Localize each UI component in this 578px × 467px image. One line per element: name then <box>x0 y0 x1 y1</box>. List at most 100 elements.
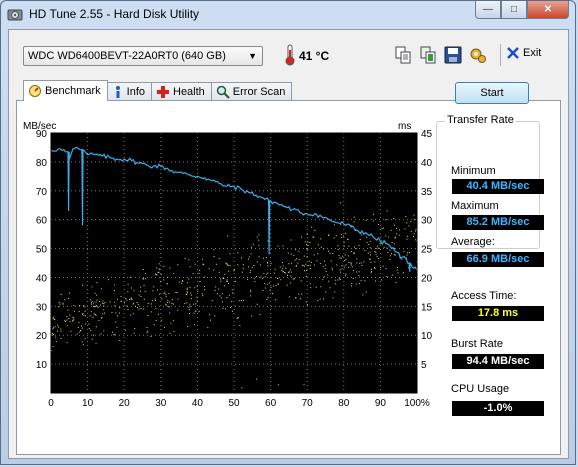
access-time-point <box>222 301 223 303</box>
right-tick-label: 45 <box>421 129 433 140</box>
access-time-point <box>155 308 157 310</box>
access-time-point <box>259 264 261 266</box>
access-time-point <box>60 330 62 332</box>
access-time-point <box>94 305 96 307</box>
access-time-point <box>358 283 360 285</box>
minimize-button[interactable]: — <box>475 1 501 19</box>
access-time-point <box>227 235 229 237</box>
access-time-point <box>208 268 210 270</box>
tab-health[interactable]: Health <box>151 82 212 101</box>
access-time-point <box>274 268 276 270</box>
x-tick-label: 0 <box>48 398 54 409</box>
tab-benchmark[interactable]: Benchmark <box>23 80 108 101</box>
access-time-point <box>309 242 311 244</box>
access-time-point <box>231 292 233 294</box>
access-time-point <box>309 264 311 266</box>
access-time-point <box>329 287 331 289</box>
access-time-point <box>154 298 156 300</box>
access-time-point <box>409 252 410 254</box>
access-time-point <box>186 302 188 304</box>
access-time-point <box>173 330 175 332</box>
access-time-point <box>351 285 352 287</box>
access-time-point <box>168 293 170 295</box>
thermometer-icon <box>285 44 295 66</box>
access-time-point <box>165 296 167 298</box>
access-time-point <box>100 288 102 290</box>
access-time-point <box>157 289 158 291</box>
access-time-point <box>239 325 241 326</box>
access-time-point <box>190 294 192 296</box>
access-time-point <box>345 232 347 234</box>
access-time-point <box>53 334 54 336</box>
access-time-point <box>166 283 168 284</box>
access-time-point <box>344 260 346 261</box>
access-time-point <box>252 243 254 245</box>
maximize-button[interactable]: □ <box>501 1 527 19</box>
access-time-point <box>188 307 190 309</box>
access-time-point <box>288 296 290 298</box>
access-time-point <box>81 325 82 327</box>
access-time-point <box>187 326 189 327</box>
access-time-point <box>264 276 266 278</box>
copy-info-icon[interactable] <box>419 46 437 64</box>
tab-info[interactable]: Info <box>106 82 152 101</box>
access-time-point <box>96 305 98 307</box>
access-time-point <box>340 202 342 204</box>
access-time-point <box>169 301 170 303</box>
close-button[interactable]: ✕ <box>527 1 569 19</box>
access-time-point <box>342 235 344 237</box>
access-time-point <box>369 258 371 260</box>
access-time-point <box>204 289 206 291</box>
access-time-point <box>164 326 165 328</box>
access-time-point <box>113 333 115 335</box>
access-time-point <box>155 274 157 276</box>
access-time-point <box>136 302 138 303</box>
start-button[interactable]: Start <box>455 82 529 104</box>
tab-error-scan[interactable]: Error Scan <box>210 82 293 101</box>
access-time-point <box>115 312 117 314</box>
access-time-point <box>95 301 97 303</box>
access-time-point <box>52 346 54 348</box>
access-time-point <box>320 238 322 240</box>
access-time-point <box>69 321 71 323</box>
access-time-point <box>57 330 58 332</box>
access-time-point <box>353 221 355 223</box>
access-time-point <box>91 303 93 305</box>
exit-icon <box>507 47 519 59</box>
access-time-point <box>317 300 319 302</box>
access-time-point <box>115 321 117 323</box>
access-time-point <box>256 378 257 380</box>
access-time-point <box>173 273 175 275</box>
access-time-point <box>91 300 93 302</box>
access-time-point <box>351 283 353 285</box>
x-tick-label: 40 <box>192 398 204 409</box>
options-icon[interactable] <box>469 46 487 64</box>
access-time-point <box>415 239 417 241</box>
access-time-point <box>178 281 180 283</box>
access-time-point <box>247 278 249 280</box>
access-time-point <box>228 294 230 296</box>
access-time-point <box>196 285 198 287</box>
access-time-point <box>58 301 60 303</box>
access-time-point <box>159 281 161 283</box>
access-time-point <box>135 305 137 307</box>
access-time-point <box>140 296 142 297</box>
access-time-point <box>242 264 244 266</box>
access-time-point <box>218 271 220 273</box>
access-time-point <box>361 234 363 236</box>
access-time-point <box>242 268 244 270</box>
access-time-point <box>282 271 284 273</box>
access-time-point <box>66 319 68 321</box>
access-time-point <box>145 273 147 275</box>
access-time-point <box>150 311 152 313</box>
access-time-point <box>369 254 371 256</box>
access-time-point <box>386 247 388 249</box>
access-time-point <box>159 268 161 270</box>
copy-icon[interactable] <box>394 46 412 64</box>
save-icon[interactable] <box>444 46 462 64</box>
x-tick-label: 90 <box>375 398 387 409</box>
drive-select[interactable]: WDC WD6400BEVT-22A0RT0 (640 GB) ▼ <box>23 46 263 66</box>
access-time-point <box>285 267 287 269</box>
title-bar[interactable]: HD Tune 2.55 - Hard Disk Utility — □ ✕ <box>1 1 575 29</box>
exit-button[interactable]: Exit <box>506 46 541 60</box>
